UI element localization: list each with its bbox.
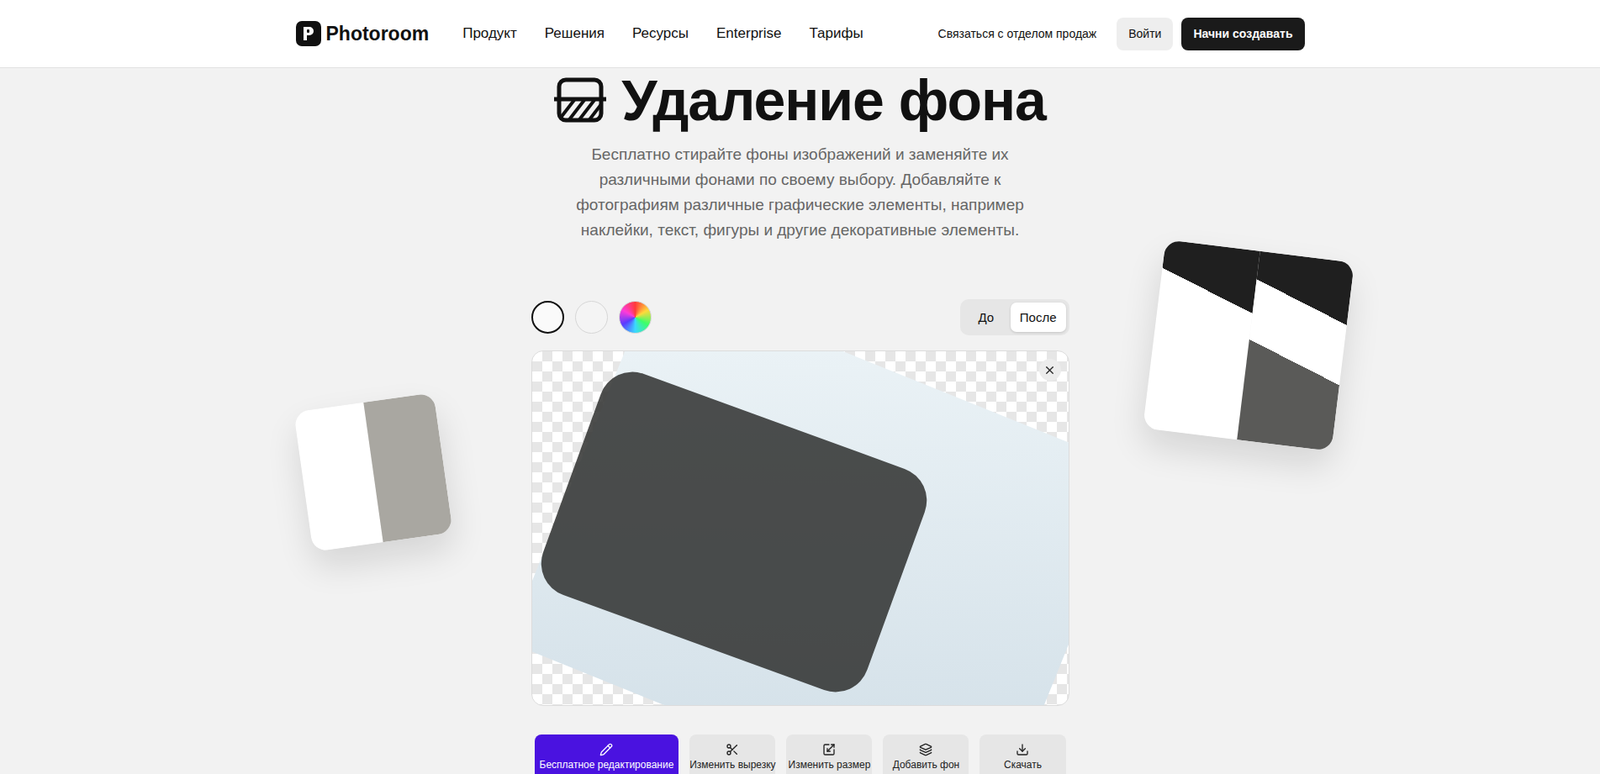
toolbar-button[interactable]: Бесплатное редактирование: [534, 734, 680, 774]
contact-sales-link[interactable]: Связаться с отделом продаж: [938, 26, 1098, 41]
toolbar-button[interactable]: Изменить размер: [786, 734, 872, 774]
logo[interactable]: Photoroom: [295, 21, 430, 47]
nav-item[interactable]: Тарифы: [809, 25, 864, 43]
remove-background-icon: [554, 76, 607, 124]
resize-icon: [822, 743, 836, 757]
background-swatch[interactable]: [575, 300, 608, 334]
nav-item[interactable]: Enterprise: [716, 25, 782, 43]
controls-row: ДоПосле: [531, 299, 1070, 336]
login-button[interactable]: Войти: [1116, 17, 1173, 51]
nav-item[interactable]: Ресурсы: [632, 25, 689, 43]
nav-item[interactable]: Решения: [544, 25, 605, 43]
toolbar-button[interactable]: Изменить вырезку: [689, 734, 776, 774]
close-button[interactable]: [1039, 359, 1062, 381]
logo-text: Photoroom: [326, 22, 430, 46]
before-after-toggle: ДоПосле: [960, 299, 1070, 336]
nav-item[interactable]: Продукт: [462, 25, 518, 43]
toggle-option[interactable]: До: [963, 302, 1009, 333]
page: Photoroom Продукт Решения Ресурсы Enterprise…: [0, 0, 1600, 774]
background-swatch[interactable]: [618, 300, 652, 334]
close-icon: [1043, 364, 1057, 377]
edit-icon: [599, 743, 613, 757]
toolbar-button[interactable]: Добавить фон: [882, 734, 969, 774]
example-card: [293, 392, 454, 553]
page-title: Удаление фона: [554, 68, 1046, 133]
header-left: Photoroom Продукт Решения Ресурсы Enterprise…: [295, 21, 864, 47]
image-canvas[interactable]: [531, 350, 1070, 707]
toggle-option[interactable]: После: [1010, 302, 1067, 333]
background-icon: [918, 743, 933, 757]
toolbar: Бесплатное редактированиеИзменить вырезк…: [531, 734, 1070, 774]
header-right: Связаться с отделом продаж ВойтиНачни соз…: [938, 17, 1305, 51]
download-icon: [1015, 743, 1030, 757]
nav: Продукт Решения Ресурсы Enterprise Тарифы: [462, 25, 864, 43]
editor: ДоПослеБесплатное редактированиеИзменить…: [531, 299, 1070, 774]
background-swatch[interactable]: [531, 300, 565, 334]
swatches: [531, 300, 652, 334]
header-inner: Photoroom Продукт Решения Ресурсы Enterprise…: [295, 0, 1305, 68]
header: Photoroom Продукт Решения Ресурсы Enterprise…: [0, 0, 1600, 69]
subtitle: Бесплатно стирайте фоны изображений и за…: [552, 142, 1049, 243]
cutout-icon: [725, 743, 740, 757]
toolbar-button[interactable]: Скачать: [979, 734, 1066, 774]
start-button[interactable]: Начни создавать: [1181, 17, 1305, 51]
example-card: [1142, 239, 1355, 452]
main: Удаление фона Бесплатно стирайте фоны изо…: [0, 68, 1600, 774]
logo-icon: [295, 21, 322, 47]
